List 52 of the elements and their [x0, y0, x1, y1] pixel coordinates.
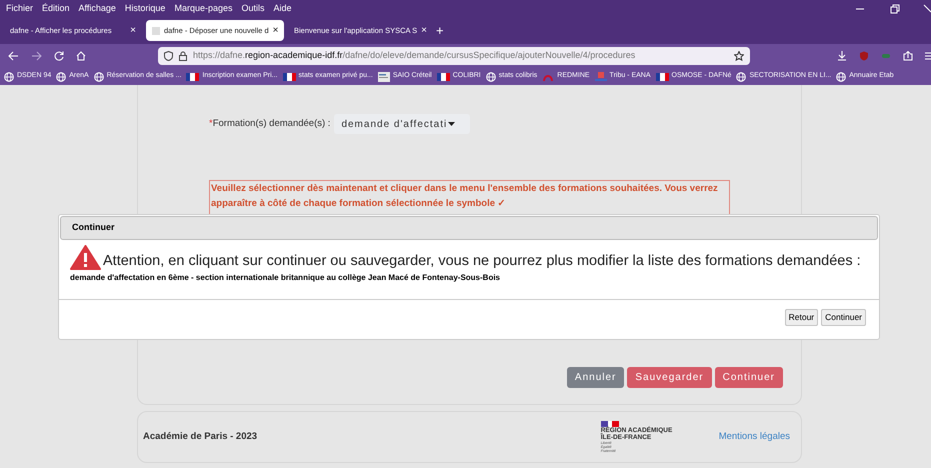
new-tab-button[interactable]: +	[436, 20, 444, 40]
globe-icon	[94, 72, 104, 82]
document-icon	[378, 72, 390, 82]
footer-text: Académie de Paris - 2023	[143, 430, 258, 444]
shield-icon	[164, 51, 173, 61]
menu-item[interactable]: Affichage	[78, 2, 116, 16]
tab-close-button[interactable]: ×	[272, 23, 278, 38]
globe-icon	[486, 72, 496, 82]
globe-icon	[56, 72, 66, 82]
forward-icon[interactable]	[31, 51, 42, 61]
menu-item[interactable]: Outils	[242, 2, 265, 16]
star-icon[interactable]	[734, 51, 744, 61]
download-icon[interactable]	[837, 51, 847, 61]
home-icon[interactable]	[76, 51, 86, 61]
flag-icon	[186, 72, 200, 82]
warning-icon	[70, 245, 101, 270]
dialog-button[interactable]: Continuer	[821, 309, 866, 326]
restore-icon[interactable]	[890, 4, 900, 14]
formation-select[interactable]: demande d'affectati	[334, 114, 470, 134]
warning-message: Attention, en cliquant sur continuer ou sauvegarder, vous ne pourrez plus modifier la liste des formations demandées :	[103, 252, 861, 270]
flag-icon	[282, 72, 296, 82]
formation-detail: demande d'affectation en 6ème - section internationale britannique au collège Jean Macé de Fontenay-Sous-Bois	[69, 272, 501, 284]
menu-item[interactable]: Fichier	[6, 2, 34, 16]
tab-close-button[interactable]: ×	[130, 23, 136, 38]
caret-icon	[448, 122, 456, 126]
menu-icon[interactable]	[925, 51, 931, 61]
globe-icon	[4, 72, 14, 82]
form-button[interactable]: Continuer	[714, 367, 783, 388]
field-label: *Formation(s) demandée(s) :	[209, 116, 330, 131]
menu-item[interactable]: Historique	[124, 2, 166, 16]
reload-icon[interactable]	[54, 51, 64, 61]
form-button[interactable]: Sauvegarder	[627, 367, 712, 388]
back-icon[interactable]	[8, 51, 19, 61]
favicon	[152, 26, 160, 34]
lock-icon	[179, 51, 187, 61]
tab-close-button[interactable]: ×	[421, 23, 428, 38]
share-icon[interactable]	[903, 51, 913, 61]
menu-item[interactable]: Marque-pages	[174, 2, 232, 16]
address-bar[interactable]: https://dafne.region-academique-idf.fr/dafne/do/eleve/demande/cursusSpecifique/ajouterNouvelle/4/procedures	[158, 47, 750, 65]
flag-icon	[600, 421, 619, 427]
menu-item[interactable]: Aide	[274, 2, 292, 16]
dialog-button[interactable]: Retour	[784, 309, 818, 326]
url-text: https://dafne.region-academique-idf.fr/dafne/do/eleve/demande/cursusSpecifique/ajouterNouvelle/4/procedures	[193, 49, 636, 62]
globe-icon	[736, 72, 746, 82]
form-button[interactable]: Annuler	[566, 367, 624, 388]
flag-icon	[436, 72, 450, 82]
dialog-title: Continuer	[72, 221, 114, 234]
tribu-icon	[594, 72, 607, 82]
flag-icon	[656, 72, 669, 82]
globe-icon	[836, 72, 846, 82]
menu-item[interactable]: Édition	[42, 2, 70, 16]
close-icon[interactable]	[923, 4, 931, 14]
